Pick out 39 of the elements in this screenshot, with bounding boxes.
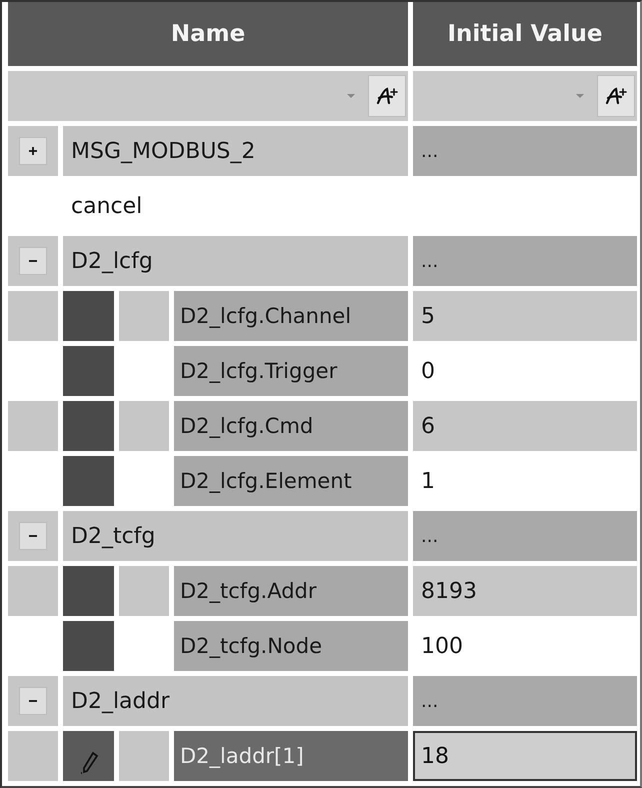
column-header[interactable]: Initial Value — [413, 2, 637, 66]
plus-icon — [27, 145, 39, 157]
table-cell[interactable]: ... — [413, 236, 637, 286]
collapse-button[interactable] — [19, 522, 47, 550]
indent-cell — [119, 566, 169, 616]
table-cell[interactable]: D2_tcfg — [63, 511, 408, 561]
table-cell[interactable]: D2_lcfg — [63, 236, 408, 286]
collapse-button[interactable] — [19, 247, 47, 275]
pencil-icon — [78, 751, 98, 775]
table-cell[interactable]: D2_laddr[1] — [174, 731, 408, 781]
table-cell[interactable]: MSG_MODBUS_2 — [63, 126, 408, 176]
table-cell[interactable]: D2_lcfg.Trigger — [174, 346, 408, 396]
table-cell[interactable]: D2_laddr — [63, 676, 408, 726]
row-header-cell — [8, 401, 58, 451]
row-header-cell — [8, 566, 58, 616]
collapse-button[interactable] — [19, 687, 47, 715]
filter-icon — [375, 86, 399, 106]
table-cell[interactable]: ... — [413, 511, 637, 561]
table-cell[interactable]: D2_lcfg.Element — [174, 456, 408, 506]
table-cell[interactable]: D2_lcfg.Channel — [174, 291, 408, 341]
indent-cell — [119, 401, 169, 451]
value-input[interactable]: 18 — [413, 731, 637, 781]
table-cell[interactable]: 8193 — [413, 566, 637, 616]
row-header-cell — [8, 731, 58, 781]
filter-button[interactable] — [597, 75, 635, 117]
indent-cell — [119, 731, 169, 781]
table-cell[interactable]: ... — [413, 676, 637, 726]
filter-icon — [604, 86, 628, 106]
expand-button[interactable] — [19, 137, 47, 165]
table-cell[interactable]: D2_tcfg.Addr — [174, 566, 408, 616]
table-cell[interactable]: 6 — [413, 401, 637, 451]
table-cell[interactable]: D2_lcfg.Cmd — [174, 401, 408, 451]
filter-button[interactable] — [368, 75, 406, 117]
table-cell[interactable]: D2_tcfg.Node — [174, 621, 408, 671]
table-cell[interactable]: ... — [413, 126, 637, 176]
indent-cell — [119, 291, 169, 341]
table-cell[interactable]: 5 — [413, 291, 637, 341]
row-header-cell — [8, 291, 58, 341]
column-header[interactable]: Name — [8, 2, 408, 66]
